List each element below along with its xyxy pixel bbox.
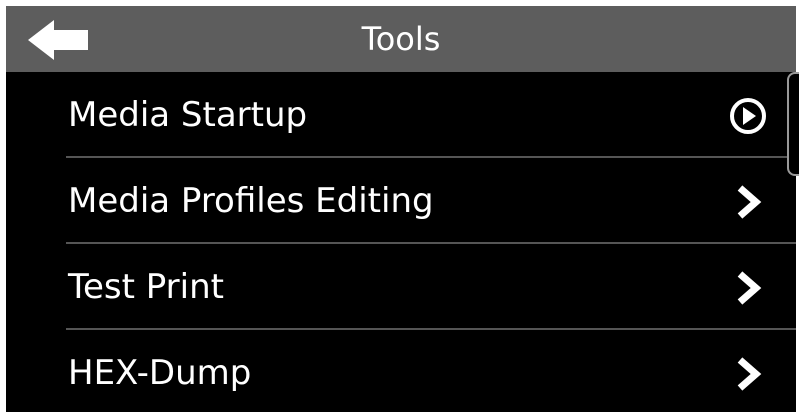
chevron-right-icon [728, 268, 768, 308]
page-title: Tools [361, 20, 441, 58]
play-circle-icon [728, 96, 768, 136]
chevron-right-icon [728, 182, 768, 222]
chevron-right-icon [728, 354, 768, 394]
menu-item-label: Media Startup [68, 95, 308, 135]
menu-item-hex-dump[interactable]: HEX-Dump [6, 330, 796, 412]
tools-screen: Tools Media Startup Media Profiles Editi… [6, 6, 796, 412]
menu-item-label: Test Print [68, 267, 224, 307]
back-button[interactable] [28, 20, 94, 60]
title-bar: Tools [6, 6, 796, 72]
scrollbar-handle[interactable] [787, 72, 799, 176]
tools-menu: Media Startup Media Profiles Editing Tes… [6, 72, 796, 412]
menu-item-media-profiles-editing[interactable]: Media Profiles Editing [6, 158, 796, 244]
menu-item-media-startup[interactable]: Media Startup [6, 72, 796, 158]
menu-item-test-print[interactable]: Test Print [6, 244, 796, 330]
menu-item-label: HEX-Dump [68, 353, 252, 393]
back-arrow-icon [28, 20, 88, 60]
menu-item-label: Media Profiles Editing [68, 181, 434, 221]
